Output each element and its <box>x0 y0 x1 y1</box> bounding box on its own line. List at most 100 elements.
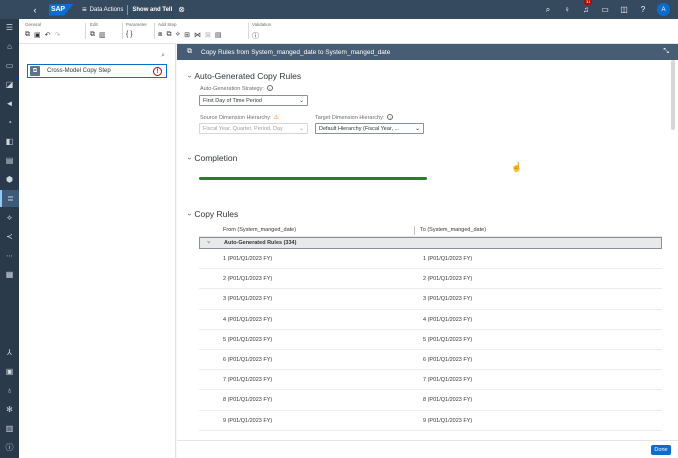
error-icon[interactable]: ! <box>153 67 162 76</box>
section-completion[interactable]: › Completion <box>186 153 238 163</box>
home-icon[interactable]: ⌂ <box>0 38 19 55</box>
analytics-icon[interactable]: ◧ <box>0 133 19 150</box>
copy-rules-table: From (System_manged_date) To (System_man… <box>199 223 662 431</box>
table-row[interactable]: 2 (P01/Q1/2023 FY) 2 (P01/Q1/2023 FY) <box>199 269 662 290</box>
feedback-icon[interactable]: ◫ <box>619 5 629 14</box>
group-row-auto-generated[interactable]: › Auto-Generated Rules (334) <box>199 237 662 249</box>
toolbar-separator <box>85 23 86 39</box>
table-row[interactable]: 8 (P01/Q1/2023 FY) 8 (P01/Q1/2023 FY) <box>199 390 662 411</box>
cell-from: 1 (P01/Q1/2023 FY) <box>223 256 273 262</box>
help-icon[interactable]: ? <box>638 5 648 14</box>
announcement-icon[interactable]: ◄ <box>0 95 19 112</box>
table-row[interactable]: 1 (P01/Q1/2023 FY) 1 (P01/Q1/2023 FY) <box>199 249 662 270</box>
cell-from: 4 (P01/Q1/2023 FY) <box>223 316 273 323</box>
lightbulb-icon[interactable]: ♀ <box>562 5 572 14</box>
table-row[interactable]: 4 (P01/Q1/2023 FY) 4 (P01/Q1/2023 FY) <box>199 310 662 330</box>
cross-model-copy-icon[interactable]: ⧉ <box>166 31 171 39</box>
chevron-down-icon[interactable]: › <box>186 213 193 215</box>
story-title[interactable]: Show and Tell <box>132 7 172 13</box>
cross-model-copy-icon: ⧉ <box>30 66 40 76</box>
redo-icon[interactable]: ↷ <box>55 31 61 39</box>
menu-icon[interactable]: ☰ <box>0 19 19 36</box>
security-icon[interactable]: ♁ <box>0 382 19 399</box>
undo-icon[interactable]: ↶ <box>45 31 51 39</box>
avatar[interactable]: A <box>657 3 670 16</box>
done-button[interactable]: Done <box>651 445 671 455</box>
back-arrow-icon[interactable]: ‹ <box>26 5 44 15</box>
files-icon[interactable]: ▭ <box>0 57 19 74</box>
exit-fullscreen-icon[interactable]: ⤡ <box>663 48 669 56</box>
table-row[interactable]: 3 (P01/Q1/2023 FY) 3 (P01/Q1/2023 FY) <box>199 289 662 310</box>
scrollbar[interactable] <box>671 60 675 130</box>
cell-from: 8 (P01/Q1/2023 FY) <box>223 397 273 404</box>
chevron-down-icon[interactable]: › <box>186 157 193 159</box>
chevron-down-icon[interactable]: › <box>186 75 193 77</box>
column-divider[interactable] <box>414 226 415 235</box>
column-header-from[interactable]: From (System_manged_date) <box>223 227 296 233</box>
table-row[interactable]: 6 (P01/Q1/2023 FY) 6 (P01/Q1/2023 FY) <box>199 350 662 371</box>
models-icon[interactable]: ▤ <box>0 152 19 169</box>
cell-from: 9 (P01/Q1/2023 FY) <box>223 417 273 424</box>
planning-icon[interactable]: ◔ <box>0 114 19 131</box>
toolbar-group-label: Validation <box>252 22 272 27</box>
toolbar-group-label: Add Step <box>158 22 177 27</box>
data-action-list-icon[interactable]: ⧉ <box>25 31 30 39</box>
parameter-icon[interactable]: { } <box>126 31 133 38</box>
section-auto-generated[interactable]: › Auto-Generated Copy Rules <box>186 71 301 81</box>
cell-from: 3 (P01/Q1/2023 FY) <box>223 296 273 303</box>
stories-icon[interactable]: ◪ <box>0 76 19 93</box>
table-row[interactable]: 7 (P01/Q1/2023 FY) 7 (P01/Q1/2023 FY) <box>199 370 662 391</box>
search-icon[interactable]: ⌕ <box>161 52 165 60</box>
copy-icon[interactable]: ⧉ <box>90 31 95 39</box>
notification-badge: 31 <box>584 0 593 5</box>
table-row[interactable]: 5 (P01/Q1/2023 FY) 5 (P01/Q1/2023 FY) <box>199 330 662 350</box>
share-icon[interactable]: ≺ <box>0 228 19 245</box>
workflow-icon[interactable]: ⟡ <box>0 209 19 226</box>
step-item-cross-model-copy[interactable]: ⧉ Cross-Model Copy Step ! <box>27 64 167 78</box>
dialog-title: Copy Rules from System_manged_date to Sy… <box>201 48 391 56</box>
info-icon[interactable]: ⓘ <box>0 439 19 456</box>
cell-from: 5 (P01/Q1/2023 FY) <box>223 336 273 343</box>
info-icon[interactable]: i <box>266 85 273 91</box>
notifications-icon[interactable]: ♫ 31 <box>581 0 593 14</box>
toolbar-group-parameter: Parameter { } <box>126 22 147 42</box>
column-header-to[interactable]: To (System_manged_date) <box>420 227 486 233</box>
currency-step-icon[interactable]: ▤ <box>215 31 222 39</box>
toolbar-group-label: General <box>25 22 42 27</box>
org-icon[interactable]: ⅄ <box>0 344 19 361</box>
target-hierarchy-select[interactable]: Default Hierarchy (Fiscal Year, ... ⌄ <box>315 123 424 134</box>
section-copy-rules[interactable]: › Copy Rules <box>186 209 239 219</box>
table-row[interactable]: 9 (P01/Q1/2023 FY) 9 (P01/Q1/2023 FY) <box>199 411 662 431</box>
toolbar-group-label: Parameter <box>126 22 148 27</box>
allocation-step-icon[interactable]: ⟡ <box>175 31 180 39</box>
calendar-icon[interactable]: ▦ <box>0 266 19 283</box>
delete-icon[interactable]: ▥ <box>99 31 106 39</box>
shell-bar: ‹ SAP ≡ Data Actions Show and Tell ⊗ ⌕ ♀… <box>0 0 678 19</box>
data-actions-nav-icon[interactable]: ≣ <box>0 190 19 207</box>
chevron-down-icon[interactable]: › <box>205 241 211 243</box>
advanced-formula-icon[interactable]: ⋈ <box>194 31 201 39</box>
search-icon[interactable]: ⌕ <box>543 5 553 15</box>
save-icon[interactable]: ▣ <box>34 31 41 39</box>
embedded-step-icon[interactable]: ⊞ <box>184 31 190 39</box>
validate-icon[interactable]: ⓘ <box>252 31 259 41</box>
connections-icon[interactable]: ∙∙∙ <box>0 247 19 264</box>
copy-step-icon[interactable]: ⧈ <box>158 31 162 39</box>
chevron-down-icon: ⌄ <box>414 126 420 132</box>
catalog-icon[interactable]: ▣ <box>0 363 19 380</box>
modeler-icon[interactable]: ⬢ <box>0 171 19 188</box>
deployment-icon[interactable]: ▥ <box>0 420 19 437</box>
warning-icon[interactable]: ⚠ <box>274 115 279 121</box>
step-list-pane: ⌕ ⧉ Cross-Model Copy Step ! <box>19 44 176 458</box>
close-circle-icon[interactable]: ⊗ <box>178 5 185 14</box>
conversion-step-icon[interactable]: ⊠ <box>205 31 211 39</box>
strategy-select[interactable]: First Day of Time Period ⌄ <box>199 95 308 106</box>
group-label: Auto-Generated Rules (334) <box>224 240 297 246</box>
target-hierarchy-label: Target Dimension Hierarchy: i <box>315 114 394 121</box>
chat-icon[interactable]: ▭ <box>600 5 610 14</box>
info-icon[interactable]: i <box>387 114 394 120</box>
settings-icon[interactable]: ✻ <box>0 401 19 418</box>
app-title[interactable]: Data Actions <box>90 7 124 13</box>
source-hierarchy-select[interactable]: Fiscal Year, Quarter, Period, Day ⌄ <box>199 123 308 134</box>
sap-logo[interactable]: SAP <box>49 3 74 16</box>
